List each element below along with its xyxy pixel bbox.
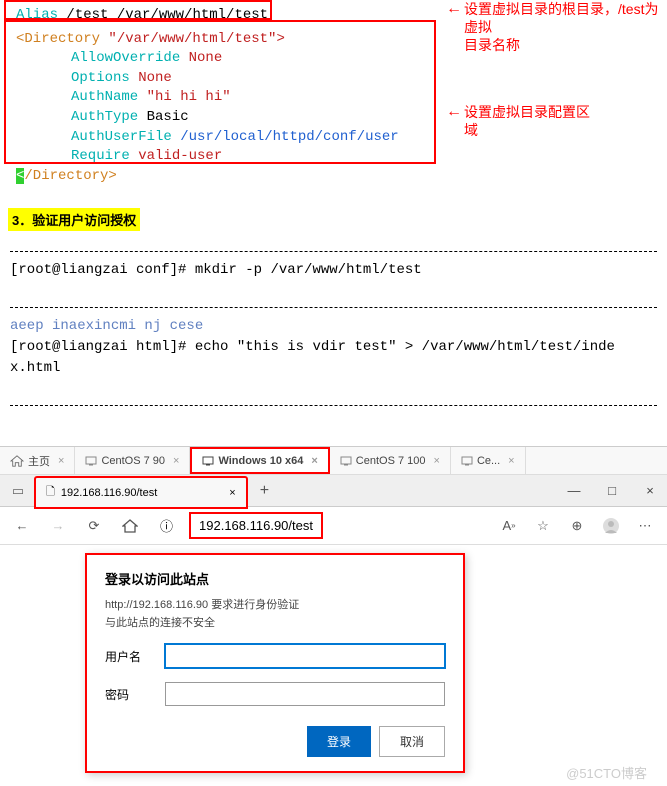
refresh-button[interactable]: ⟳ [80, 512, 108, 540]
dialog-title: 登录以访问此站点 [105, 569, 445, 588]
apache-config: Alias /test /var/www/html/test <Director… [0, 0, 440, 192]
page-icon: 🗋 [46, 483, 55, 502]
tab-centos-90[interactable]: CentOS 7 90 × [75, 447, 190, 474]
dialog-subtitle-1: http://192.168.116.90 要求进行身份验证 [105, 596, 445, 612]
monitor-icon [85, 456, 97, 466]
address-bar: ← → ⟳ ⓘ 192.168.116.90/test A» ☆ ⊕ ⋯ [0, 507, 667, 545]
close-icon[interactable]: × [229, 487, 235, 499]
monitor-icon [202, 456, 214, 466]
login-button[interactable]: 登录 [307, 726, 371, 757]
close-icon[interactable]: × [434, 455, 440, 467]
divider [10, 405, 657, 406]
read-aloud-icon[interactable]: A» [495, 512, 523, 540]
profile-icon[interactable] [597, 512, 625, 540]
tab-ce[interactable]: Ce... × [451, 447, 526, 474]
monitor-icon [340, 456, 352, 466]
close-icon[interactable]: × [58, 455, 64, 467]
close-icon[interactable]: × [508, 455, 514, 467]
divider [10, 307, 657, 308]
arrow-alias: ← [446, 0, 462, 18]
terminal-block-1: [root@liangzai conf]# mkdir -p /var/www/… [0, 239, 667, 418]
window-close-button[interactable]: × [637, 481, 663, 501]
collections-icon[interactable]: ⊕ [563, 512, 591, 540]
minimize-button[interactable]: — [561, 481, 587, 501]
tab-centos-100[interactable]: CentOS 7 100 × [330, 447, 451, 474]
username-label: 用户名 [105, 648, 155, 665]
tab-windows-10[interactable]: Windows 10 x64 × [190, 447, 329, 474]
forward-button[interactable]: → [44, 512, 72, 540]
directory-block: <Directory "/var/www/html/test"> AllowOv… [8, 28, 432, 189]
dialog-subtitle-2: 与此站点的连接不安全 [105, 614, 445, 630]
url-info-icon[interactable]: ⓘ [152, 512, 181, 539]
maximize-button[interactable]: □ [599, 481, 625, 501]
browser-tab-active[interactable]: 🗋 192.168.116.90/test × [34, 476, 248, 509]
home-icon [10, 455, 24, 467]
watermark: @51CTO博客 [0, 759, 667, 786]
back-button[interactable]: ← [8, 512, 36, 540]
browser-window: 主页 × CentOS 7 90 × Windows 10 x64 × Cent… [0, 446, 667, 773]
password-input[interactable] [165, 682, 445, 706]
sidebar-toggle-icon[interactable]: ▭ [4, 483, 32, 499]
alias-line: Alias /test /var/www/html/test [8, 4, 432, 28]
url-field[interactable]: 192.168.116.90/test [189, 512, 323, 539]
menu-icon[interactable]: ⋯ [631, 512, 659, 540]
arrow-directory: ← [446, 103, 462, 121]
annotation-directory: 设置虚拟目录配置区 域 [464, 103, 590, 139]
monitor-icon [461, 456, 473, 466]
divider [10, 251, 657, 252]
close-icon[interactable]: × [173, 455, 179, 467]
vm-tabs-row: 主页 × CentOS 7 90 × Windows 10 x64 × Cent… [0, 447, 667, 475]
home-tab[interactable]: 主页 × [0, 447, 75, 474]
annotation-alias: 设置虚拟目录的根目录，/test为虚拟 目录名称 [464, 0, 661, 55]
favorites-icon[interactable]: ☆ [529, 512, 557, 540]
cancel-button[interactable]: 取消 [379, 726, 445, 757]
edge-tab-row: ▭ 🗋 192.168.116.90/test × + — □ × [0, 475, 667, 507]
home-button[interactable] [116, 512, 144, 540]
auth-dialog: 登录以访问此站点 http://192.168.116.90 要求进行身份验证 … [85, 553, 465, 773]
close-icon[interactable]: × [311, 455, 317, 467]
new-tab-button[interactable]: + [250, 478, 279, 504]
home-icon [122, 519, 138, 533]
password-label: 密码 [105, 686, 155, 703]
username-input[interactable] [165, 644, 445, 668]
section-3-title: 3．验证用户访问授权 [8, 208, 140, 231]
